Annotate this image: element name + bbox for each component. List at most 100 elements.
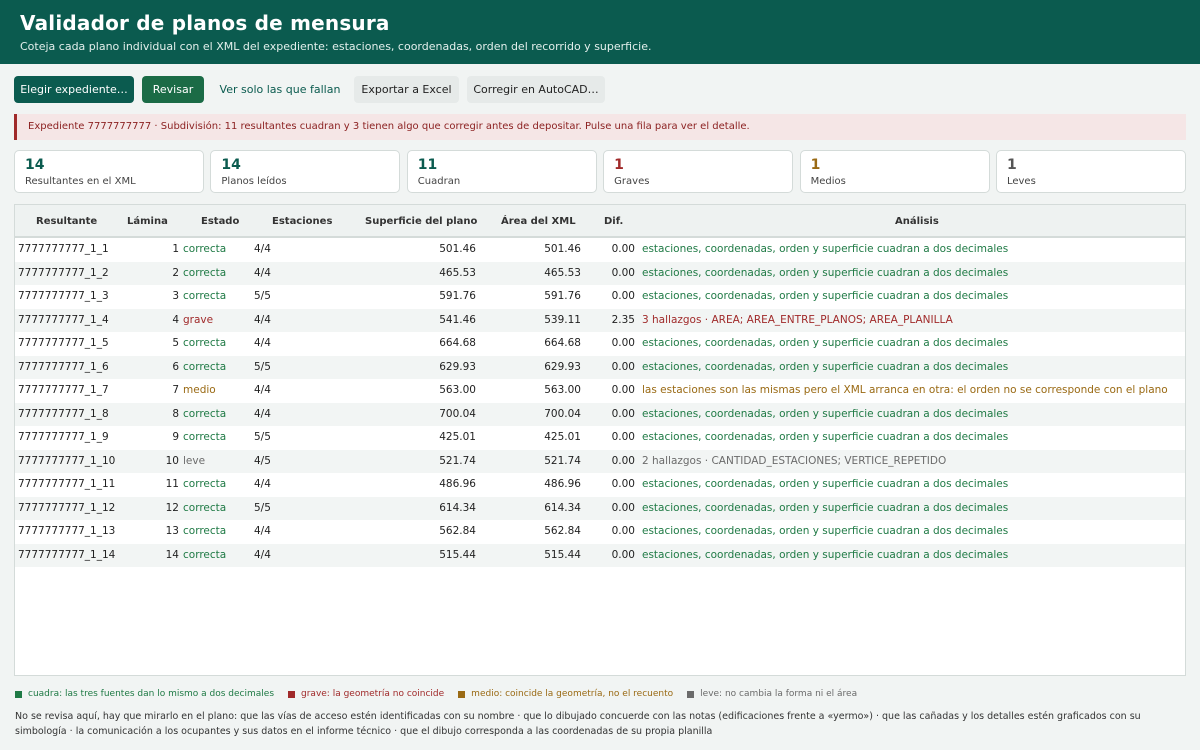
legend-item: leve: no cambia la forma ni el área [687,688,857,700]
cell-diferencia: 0.00 [611,384,635,396]
stat-value: 1 [614,157,624,173]
column-header[interactable]: Superficie del plano [365,205,477,238]
column-header[interactable]: Dif. [604,205,623,238]
cell-resultante: 7777777777_1_10 [18,454,116,467]
choose-file-button[interactable]: Elegir expediente… [14,76,134,103]
stat-value: 11 [417,157,438,173]
table-row[interactable]: 7777777777_1_5 5 correcta 4/4 664.68 664.68 0.… [15,332,1185,356]
stat-label: Planos leídos [221,176,287,187]
stat-label: Medios [810,176,846,187]
legend: cuadra: las tres fuentes dan lo mismo a … [15,688,871,700]
cell-analisis: 3 hallazgos · AREA; AREA_ENTRE_PLANOS; A… [642,313,953,326]
table-header: Resultante Lámina Estado Estaciones Superfic… [15,205,1185,238]
cell-estado: correcta [183,243,227,255]
cell-estado: correcta [183,478,227,490]
table-row[interactable]: 7777777777_1_8 8 correcta 4/4 700.04 700.04 0.… [15,402,1185,426]
cell-diferencia: 2.35 [611,313,635,326]
cell-estaciones: 4/4 [254,525,271,537]
cell-lamina: 8 [172,407,179,420]
cell-analisis: estaciones, coordenadas, orden y superfi… [642,525,1009,537]
cell-diferencia: 0.00 [611,478,635,490]
table-row[interactable]: 7777777777_1_10 10 leve 4/5 521.74 521.74 0.00… [15,449,1185,473]
cell-area-xml: 465.53 [544,266,581,279]
app-header: Validador de planos de mensura Coteja ca… [0,0,1200,64]
cell-resultante: 7777777777_1_11 [18,478,116,490]
cell-area-xml: 614.34 [544,501,581,514]
cell-estado: grave [183,313,214,326]
cell-superficie: 563.00 [439,384,476,396]
fix-autocad-button[interactable]: Corregir en AutoCAD… [467,76,605,103]
cell-lamina: 2 [172,266,179,279]
summary-alert: Expediente 7777777777 · Subdivisión: 11 … [14,114,1186,140]
legend-item: cuadra: las tres fuentes dan lo mismo a … [15,688,274,700]
cell-superficie: 486.96 [439,478,476,490]
table-row[interactable]: 7777777777_1_6 6 correcta 5/5 629.93 629.93 0.… [15,355,1185,379]
stat-card: 1 Leves [995,150,1186,193]
stat-label: Resultantes en el XML [25,176,136,187]
table-row[interactable]: 7777777777_1_12 12 correcta 5/5 614.34 614.34… [15,496,1185,520]
cell-superficie: 614.34 [439,501,476,514]
cell-estaciones: 5/5 [254,360,271,373]
table-row[interactable]: 7777777777_1_1 1 correcta 4/4 501.46 501.46 0.… [15,238,1185,262]
table-row[interactable]: 7777777777_1_3 3 correcta 5/5 591.76 591.76 0.… [15,285,1185,309]
cell-estaciones: 5/5 [254,431,271,443]
cell-area-xml: 700.04 [544,407,581,420]
table-row[interactable]: 7777777777_1_7 7 medio 4/4 563.00 563.00 0.00 l… [15,379,1185,403]
column-header[interactable]: Estado [201,205,239,238]
table-row[interactable]: 7777777777_1_11 11 correcta 4/4 486.96 486.96… [15,473,1185,497]
cell-diferencia: 0.00 [611,548,635,561]
export-excel-button[interactable]: Exportar a Excel [354,76,459,103]
legend-swatch [687,690,695,698]
stat-value: 1 [1006,157,1017,173]
stat-card: 1 Graves [603,150,794,193]
cell-area-xml: 501.46 [544,243,581,255]
cell-lamina: 13 [165,525,179,537]
cell-estado: correcta [183,431,227,443]
only-failing-link[interactable]: Ver solo las que fallan [212,76,348,103]
cell-estado: correcta [183,407,227,420]
cell-diferencia: 0.00 [611,337,635,349]
cell-resultante: 7777777777_1_12 [18,501,116,514]
cell-area-xml: 563.00 [544,384,581,396]
cell-analisis: estaciones, coordenadas, orden y superfi… [642,407,1009,420]
cell-lamina: 9 [172,431,179,443]
column-header[interactable]: Estaciones [272,205,332,238]
results-table: Resultante Lámina Estado Estaciones Superfic… [14,204,1186,676]
table-row[interactable]: 7777777777_1_4 4 grave 4/4 541.46 539.11 2.35 3… [15,308,1185,332]
stat-value: 14 [221,157,241,173]
cell-diferencia: 0.00 [611,407,635,420]
cell-area-xml: 562.84 [544,525,581,537]
cell-resultante: 7777777777_1_9 [18,431,109,443]
table-row[interactable]: 7777777777_1_2 2 correcta 4/4 465.53 465.53 0.… [15,261,1185,285]
cell-estaciones: 5/5 [254,290,271,302]
cell-area-xml: 591.76 [544,290,581,302]
column-header[interactable]: Área del XML [501,205,576,238]
table-row[interactable]: 7777777777_1_9 9 correcta 5/5 425.01 425.01 0.… [15,426,1185,450]
column-header[interactable]: Lámina [127,205,168,238]
cell-estado: correcta [183,360,227,373]
cell-diferencia: 0.00 [611,431,635,443]
toolbar: Elegir expediente… Revisar Ver solo las … [14,76,613,103]
cell-estado: correcta [183,337,227,349]
cell-superficie: 664.68 [439,337,476,349]
legend-label: medio: coincide la geometría, no el recu… [471,689,674,699]
cell-resultante: 7777777777_1_3 [18,290,109,302]
cell-estaciones: 4/4 [254,337,271,349]
cell-estado: leve [183,454,206,467]
cell-area-xml: 515.44 [544,548,581,561]
cell-analisis: estaciones, coordenadas, orden y superfi… [642,478,1009,490]
column-header[interactable]: Análisis [895,205,939,238]
cell-resultante: 7777777777_1_2 [18,266,109,279]
table-row[interactable]: 7777777777_1_14 14 correcta 4/4 515.44 515.44… [15,543,1185,567]
column-header[interactable]: Resultante [36,205,97,238]
cell-area-xml: 425.01 [544,431,581,443]
legend-item: grave: la geometría no coincide [288,688,444,700]
cell-analisis: 2 hallazgos · CANTIDAD_ESTACIONES; VERTI… [642,454,947,467]
table-row[interactable]: 7777777777_1_13 13 correcta 4/4 562.84 562.84… [15,520,1185,544]
cell-resultante: 7777777777_1_7 [18,384,109,396]
cell-diferencia: 0.00 [611,501,635,514]
cell-estado: correcta [183,266,227,279]
cell-analisis: estaciones, coordenadas, orden y superfi… [642,337,1009,349]
cell-estaciones: 4/4 [254,478,271,490]
review-button[interactable]: Revisar [142,76,204,103]
